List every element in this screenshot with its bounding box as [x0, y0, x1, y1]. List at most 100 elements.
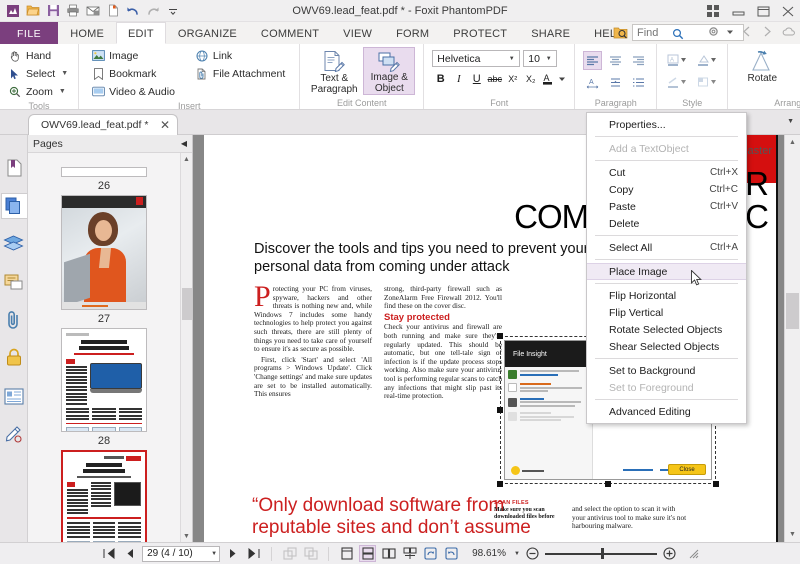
next-view-icon[interactable] — [760, 24, 775, 39]
sidebar-comments-icon[interactable] — [1, 269, 27, 295]
page-thumbnail[interactable] — [61, 328, 147, 432]
menu-item-rotate-selected-objects[interactable]: Rotate Selected Objects — [587, 321, 746, 338]
align-center-button[interactable] — [606, 51, 625, 70]
paragraph-spacing-button[interactable] — [629, 73, 648, 92]
zoom-in-button[interactable] — [661, 545, 678, 562]
sidebar-layers-icon[interactable] — [1, 231, 27, 257]
underline-button[interactable]: U — [468, 70, 485, 87]
chevron-down-icon[interactable] — [558, 70, 566, 87]
sidebar-security-icon[interactable] — [1, 345, 27, 371]
menu-item-flip-horizontal[interactable]: Flip Horizontal — [587, 287, 746, 304]
tab-form[interactable]: FORM — [384, 22, 441, 44]
rotate-button[interactable]: Rotate — [736, 47, 788, 95]
document-tab[interactable]: OWV69.lead_feat.pdf * ✕ — [28, 114, 178, 135]
first-page-button[interactable] — [100, 545, 117, 562]
bold-button[interactable]: B — [432, 70, 449, 87]
rotate-view-left-button[interactable] — [422, 545, 439, 562]
chevron-down-icon[interactable]: ▼ — [514, 551, 520, 557]
collapse-panel-icon[interactable]: ◀ — [181, 139, 187, 148]
zoom-out-button[interactable] — [524, 545, 541, 562]
sidebar-bookmarks-icon[interactable] — [1, 155, 27, 181]
page-thumbnail[interactable] — [61, 167, 147, 177]
insert-file-attachment-button[interactable]: File Attachment — [193, 65, 289, 82]
close-icon[interactable] — [780, 3, 796, 19]
scrollbar-thumb[interactable] — [182, 288, 192, 320]
app-logo-icon[interactable] — [4, 2, 22, 20]
chevron-down-icon[interactable]: ▼ — [61, 70, 68, 77]
arrange-button[interactable]: Arrange ▼ — [792, 47, 800, 95]
document-tab-dropdown-icon[interactable]: ▼ — [787, 118, 794, 125]
insert-link-button[interactable]: Link — [193, 47, 289, 64]
continuous-facing-view-button[interactable] — [401, 545, 418, 562]
facing-view-button[interactable] — [380, 545, 397, 562]
previous-view-icon[interactable] — [739, 24, 754, 39]
menu-item-advanced-editing[interactable]: Advanced Editing — [587, 403, 746, 420]
stroke-color-button[interactable]: A — [665, 51, 689, 70]
zoom-slider[interactable] — [545, 546, 657, 562]
tab-comment[interactable]: COMMENT — [249, 22, 331, 44]
sidebar-attachments-icon[interactable] — [1, 307, 27, 333]
font-size-select[interactable]: 10 ▼ — [523, 50, 557, 67]
minimize-icon[interactable] — [730, 3, 746, 19]
menu-item-cut[interactable]: CutCtrl+X — [587, 164, 746, 181]
tool-hand-button[interactable]: Hand — [6, 47, 72, 64]
menu-item-copy[interactable]: CopyCtrl+C — [587, 181, 746, 198]
character-spacing-button[interactable]: A — [583, 73, 602, 92]
redo-icon[interactable] — [144, 2, 162, 20]
ribbon-settings-caret-icon[interactable] — [727, 24, 733, 39]
object-style-button[interactable] — [695, 73, 719, 92]
ribbon-options-icon[interactable] — [705, 3, 721, 19]
rotate-counterclockwise-button[interactable] — [302, 545, 319, 562]
scroll-up-icon[interactable]: ▲ — [785, 135, 800, 150]
line-style-button[interactable] — [665, 73, 689, 92]
chevron-down-icon[interactable]: ▼ — [506, 56, 517, 62]
page-thumbnail[interactable] — [61, 195, 147, 310]
menu-item-properties[interactable]: Properties... — [587, 116, 746, 133]
subscript-button[interactable]: X₂ — [522, 70, 539, 87]
previous-page-button[interactable] — [121, 545, 138, 562]
resize-grip-icon[interactable] — [688, 548, 700, 560]
print-icon[interactable] — [64, 2, 82, 20]
strikethrough-button[interactable]: abc — [486, 70, 503, 87]
chevron-down-icon[interactable]: ▼ — [211, 551, 217, 557]
tool-select-button[interactable]: Select ▼ — [6, 65, 72, 82]
menu-item-set-to-background[interactable]: Set to Background — [587, 362, 746, 379]
align-right-button[interactable] — [629, 51, 648, 70]
rotate-view-right-button[interactable] — [443, 545, 460, 562]
image-and-object-button[interactable]: Image & Object — [363, 47, 415, 95]
continuous-view-button[interactable] — [359, 545, 376, 562]
cloud-icon[interactable] — [781, 24, 796, 39]
tool-zoom-button[interactable]: Zoom ▼ — [6, 83, 72, 100]
font-color-button[interactable]: A — [540, 70, 557, 87]
zoom-slider-knob[interactable] — [601, 548, 604, 559]
close-icon[interactable]: ✕ — [159, 118, 171, 132]
create-pdf-icon[interactable] — [104, 2, 122, 20]
last-page-button[interactable] — [245, 545, 262, 562]
pages-vertical-scrollbar[interactable]: ▲ ▼ — [180, 153, 192, 542]
page-number-input[interactable]: 29 (4 / 10) ▼ — [142, 546, 220, 562]
tab-file[interactable]: FILE — [0, 22, 58, 44]
single-page-view-button[interactable] — [338, 545, 355, 562]
menu-item-flip-vertical[interactable]: Flip Vertical — [587, 304, 746, 321]
align-left-button[interactable] — [583, 51, 602, 70]
fill-color-button[interactable] — [695, 51, 719, 70]
text-and-paragraph-button[interactable]: Text & Paragraph — [308, 47, 360, 95]
customize-qat-icon[interactable] — [164, 2, 182, 20]
sidebar-fields-icon[interactable] — [1, 383, 27, 409]
tab-organize[interactable]: ORGANIZE — [166, 22, 249, 44]
context-menu[interactable]: Properties... Add a TextObject CutCtrl+X… — [586, 112, 747, 424]
scroll-up-icon[interactable]: ▲ — [181, 153, 192, 165]
scroll-down-icon[interactable]: ▼ — [181, 530, 192, 542]
sidebar-pages-icon[interactable] — [1, 193, 27, 219]
tab-home[interactable]: HOME — [58, 22, 116, 44]
menu-item-select-all[interactable]: Select AllCtrl+A — [587, 239, 746, 256]
menu-item-shear-selected-objects[interactable]: Shear Selected Objects — [587, 338, 746, 355]
page-thumbnail-selected[interactable] — [61, 450, 147, 542]
menu-item-place-image[interactable]: Place Image — [587, 263, 746, 280]
open-icon[interactable] — [24, 2, 42, 20]
tab-share[interactable]: SHARE — [519, 22, 582, 44]
tab-edit[interactable]: EDIT — [116, 22, 166, 44]
font-family-select[interactable]: Helvetica ▼ — [432, 50, 520, 67]
insert-bookmark-button[interactable]: Bookmark — [89, 65, 179, 82]
sidebar-signatures-icon[interactable] — [1, 421, 27, 447]
